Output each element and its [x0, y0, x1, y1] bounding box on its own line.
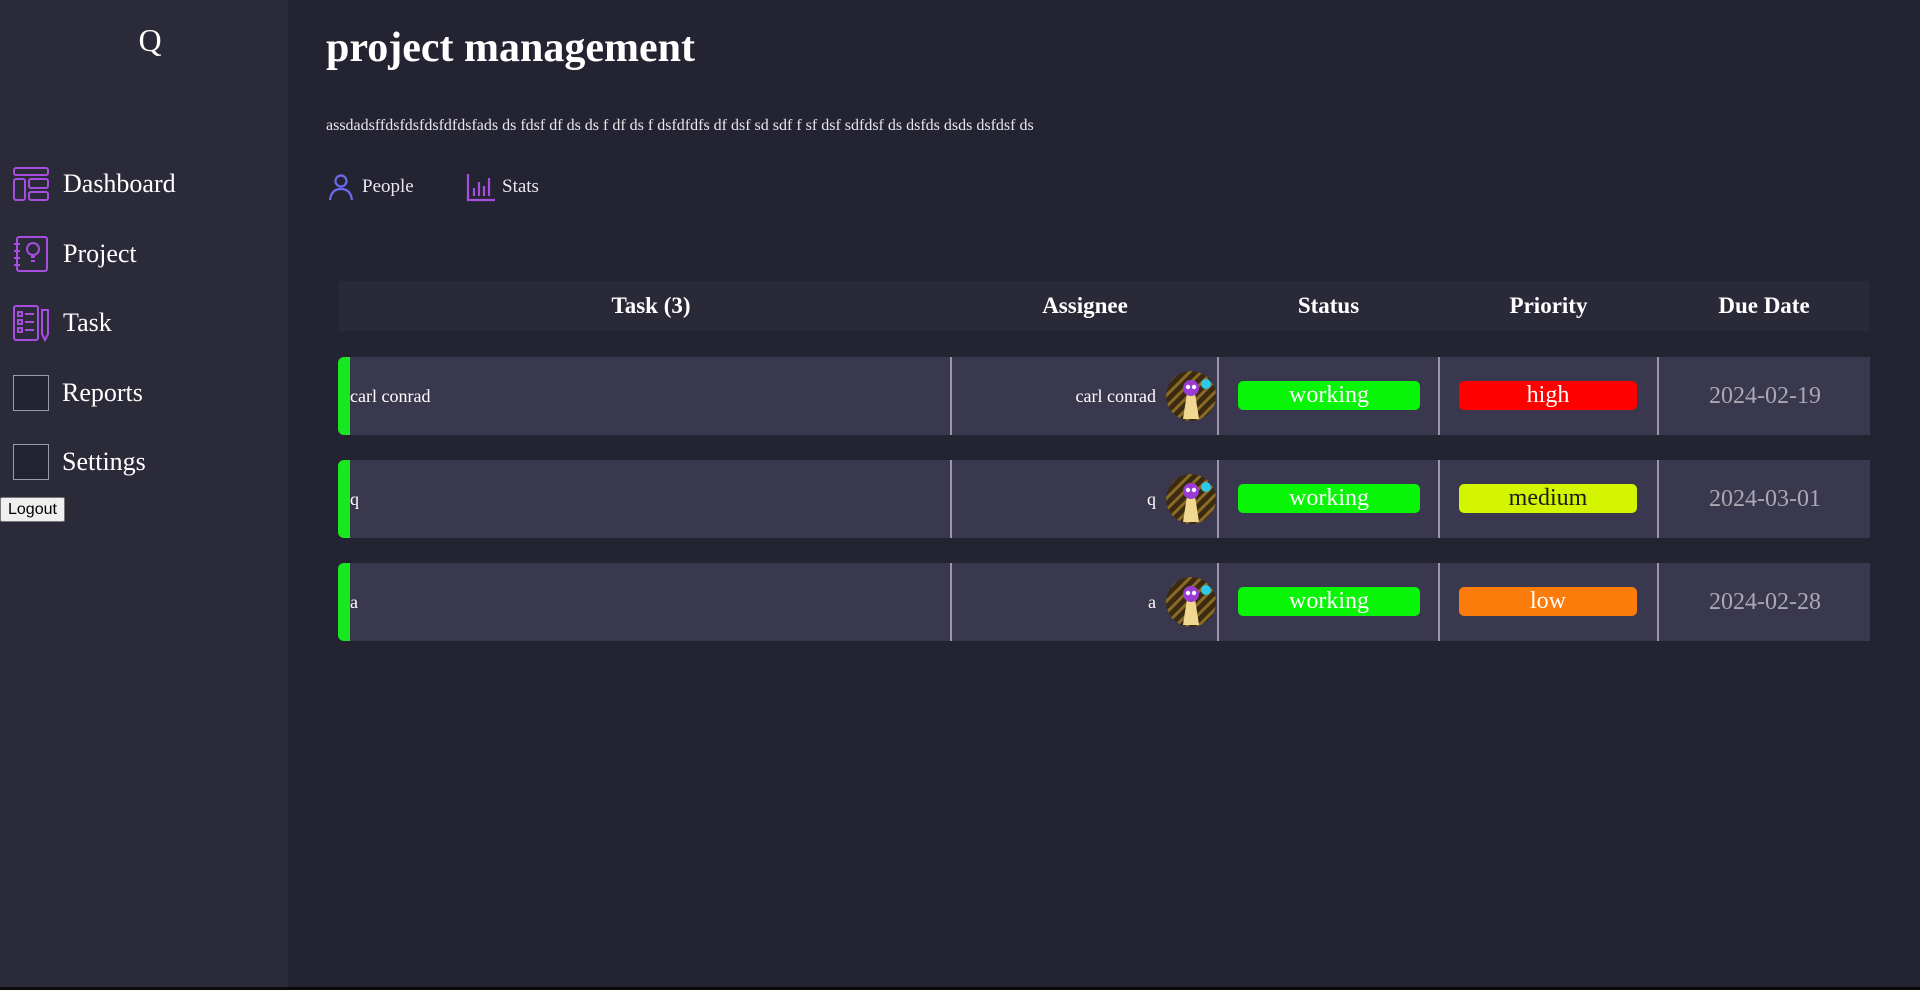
- sidebar: Q Dashboard Project Task Reports Setting…: [0, 0, 288, 987]
- page-title: project management: [326, 25, 695, 71]
- row-status-accent: [338, 563, 350, 641]
- column-header-due-date[interactable]: Due Date: [1658, 281, 1870, 331]
- status-badge[interactable]: working: [1238, 484, 1420, 513]
- column-divider: [1217, 563, 1219, 641]
- tab-people-label: People: [362, 176, 414, 197]
- row-status-accent: [338, 357, 350, 435]
- status-badge[interactable]: working: [1238, 381, 1420, 410]
- dashboard-icon: [13, 167, 49, 201]
- sidebar-item-label: Project: [63, 239, 137, 268]
- due-date: 2024-03-01: [1709, 486, 1821, 512]
- assignee-name: q: [1147, 488, 1156, 509]
- assignee-name: a: [1148, 591, 1156, 612]
- sidebar-item-project[interactable]: Project: [12, 234, 137, 274]
- main-content: project management assdadsffdsfdsfdsfdfd…: [288, 0, 1920, 987]
- column-divider: [1438, 460, 1440, 538]
- assignee-cell: a: [952, 563, 1216, 641]
- assignee-cell: carl conrad: [952, 357, 1216, 435]
- task-name: q: [350, 489, 359, 509]
- assignee-name: carl conrad: [1075, 385, 1156, 406]
- due-date: 2024-02-19: [1709, 383, 1821, 409]
- reports-icon: [13, 375, 49, 411]
- sidebar-item-reports[interactable]: Reports: [12, 373, 143, 413]
- priority-badge[interactable]: high: [1459, 381, 1637, 410]
- task-icon: [13, 305, 49, 342]
- priority-badge[interactable]: medium: [1459, 484, 1637, 513]
- table-header: Task (3) Assignee Status Priority Due Da…: [338, 281, 1870, 331]
- task-name: a: [350, 592, 358, 612]
- bar-chart-icon: [466, 174, 495, 202]
- sidebar-item-settings[interactable]: Settings: [12, 442, 146, 482]
- sidebar-item-task[interactable]: Task: [12, 303, 112, 343]
- column-header-status[interactable]: Status: [1218, 281, 1439, 331]
- sidebar-item-label: Reports: [62, 378, 143, 407]
- column-divider: [1438, 563, 1440, 641]
- app-logo: Q: [138, 22, 162, 58]
- app-window: Q Dashboard Project Task Reports Setting…: [0, 0, 1920, 987]
- avatar[interactable]: [1166, 577, 1216, 627]
- column-divider: [1657, 460, 1659, 538]
- logout-button[interactable]: Logout: [0, 497, 65, 522]
- priority-badge[interactable]: low: [1459, 587, 1637, 616]
- column-divider: [1217, 460, 1219, 538]
- table-row[interactable]: a a working low 2024-02-28: [338, 563, 1870, 641]
- status-badge[interactable]: working: [1238, 587, 1420, 616]
- table-row[interactable]: carl conrad carl conrad working high 202…: [338, 357, 1870, 435]
- column-divider: [1438, 357, 1440, 435]
- column-divider: [1657, 563, 1659, 641]
- due-date: 2024-02-28: [1709, 589, 1821, 615]
- person-icon: [328, 174, 354, 201]
- column-header-priority[interactable]: Priority: [1439, 281, 1658, 331]
- page-description: assdadsffdsfdsfdsfdfdsfads ds fdsf df ds…: [326, 117, 1034, 134]
- column-divider: [1217, 357, 1219, 435]
- assignee-cell: q: [952, 460, 1216, 538]
- sidebar-item-label: Dashboard: [63, 169, 176, 198]
- tab-stats[interactable]: Stats: [466, 172, 539, 202]
- tab-people[interactable]: People: [326, 172, 414, 202]
- column-header-assignee[interactable]: Assignee: [952, 281, 1218, 331]
- avatar[interactable]: [1166, 371, 1216, 421]
- task-name: carl conrad: [350, 386, 431, 406]
- sidebar-item-dashboard[interactable]: Dashboard: [12, 164, 176, 204]
- table-row[interactable]: q q working medium 2024-03-01: [338, 460, 1870, 538]
- row-status-accent: [338, 460, 350, 538]
- tab-stats-label: Stats: [502, 176, 539, 197]
- project-icon: [14, 236, 48, 272]
- column-header-task[interactable]: Task (3): [350, 281, 952, 331]
- column-divider: [1657, 357, 1659, 435]
- sidebar-item-label: Task: [63, 308, 112, 337]
- sidebar-item-label: Settings: [62, 447, 146, 476]
- avatar[interactable]: [1166, 474, 1216, 524]
- settings-icon: [13, 444, 49, 480]
